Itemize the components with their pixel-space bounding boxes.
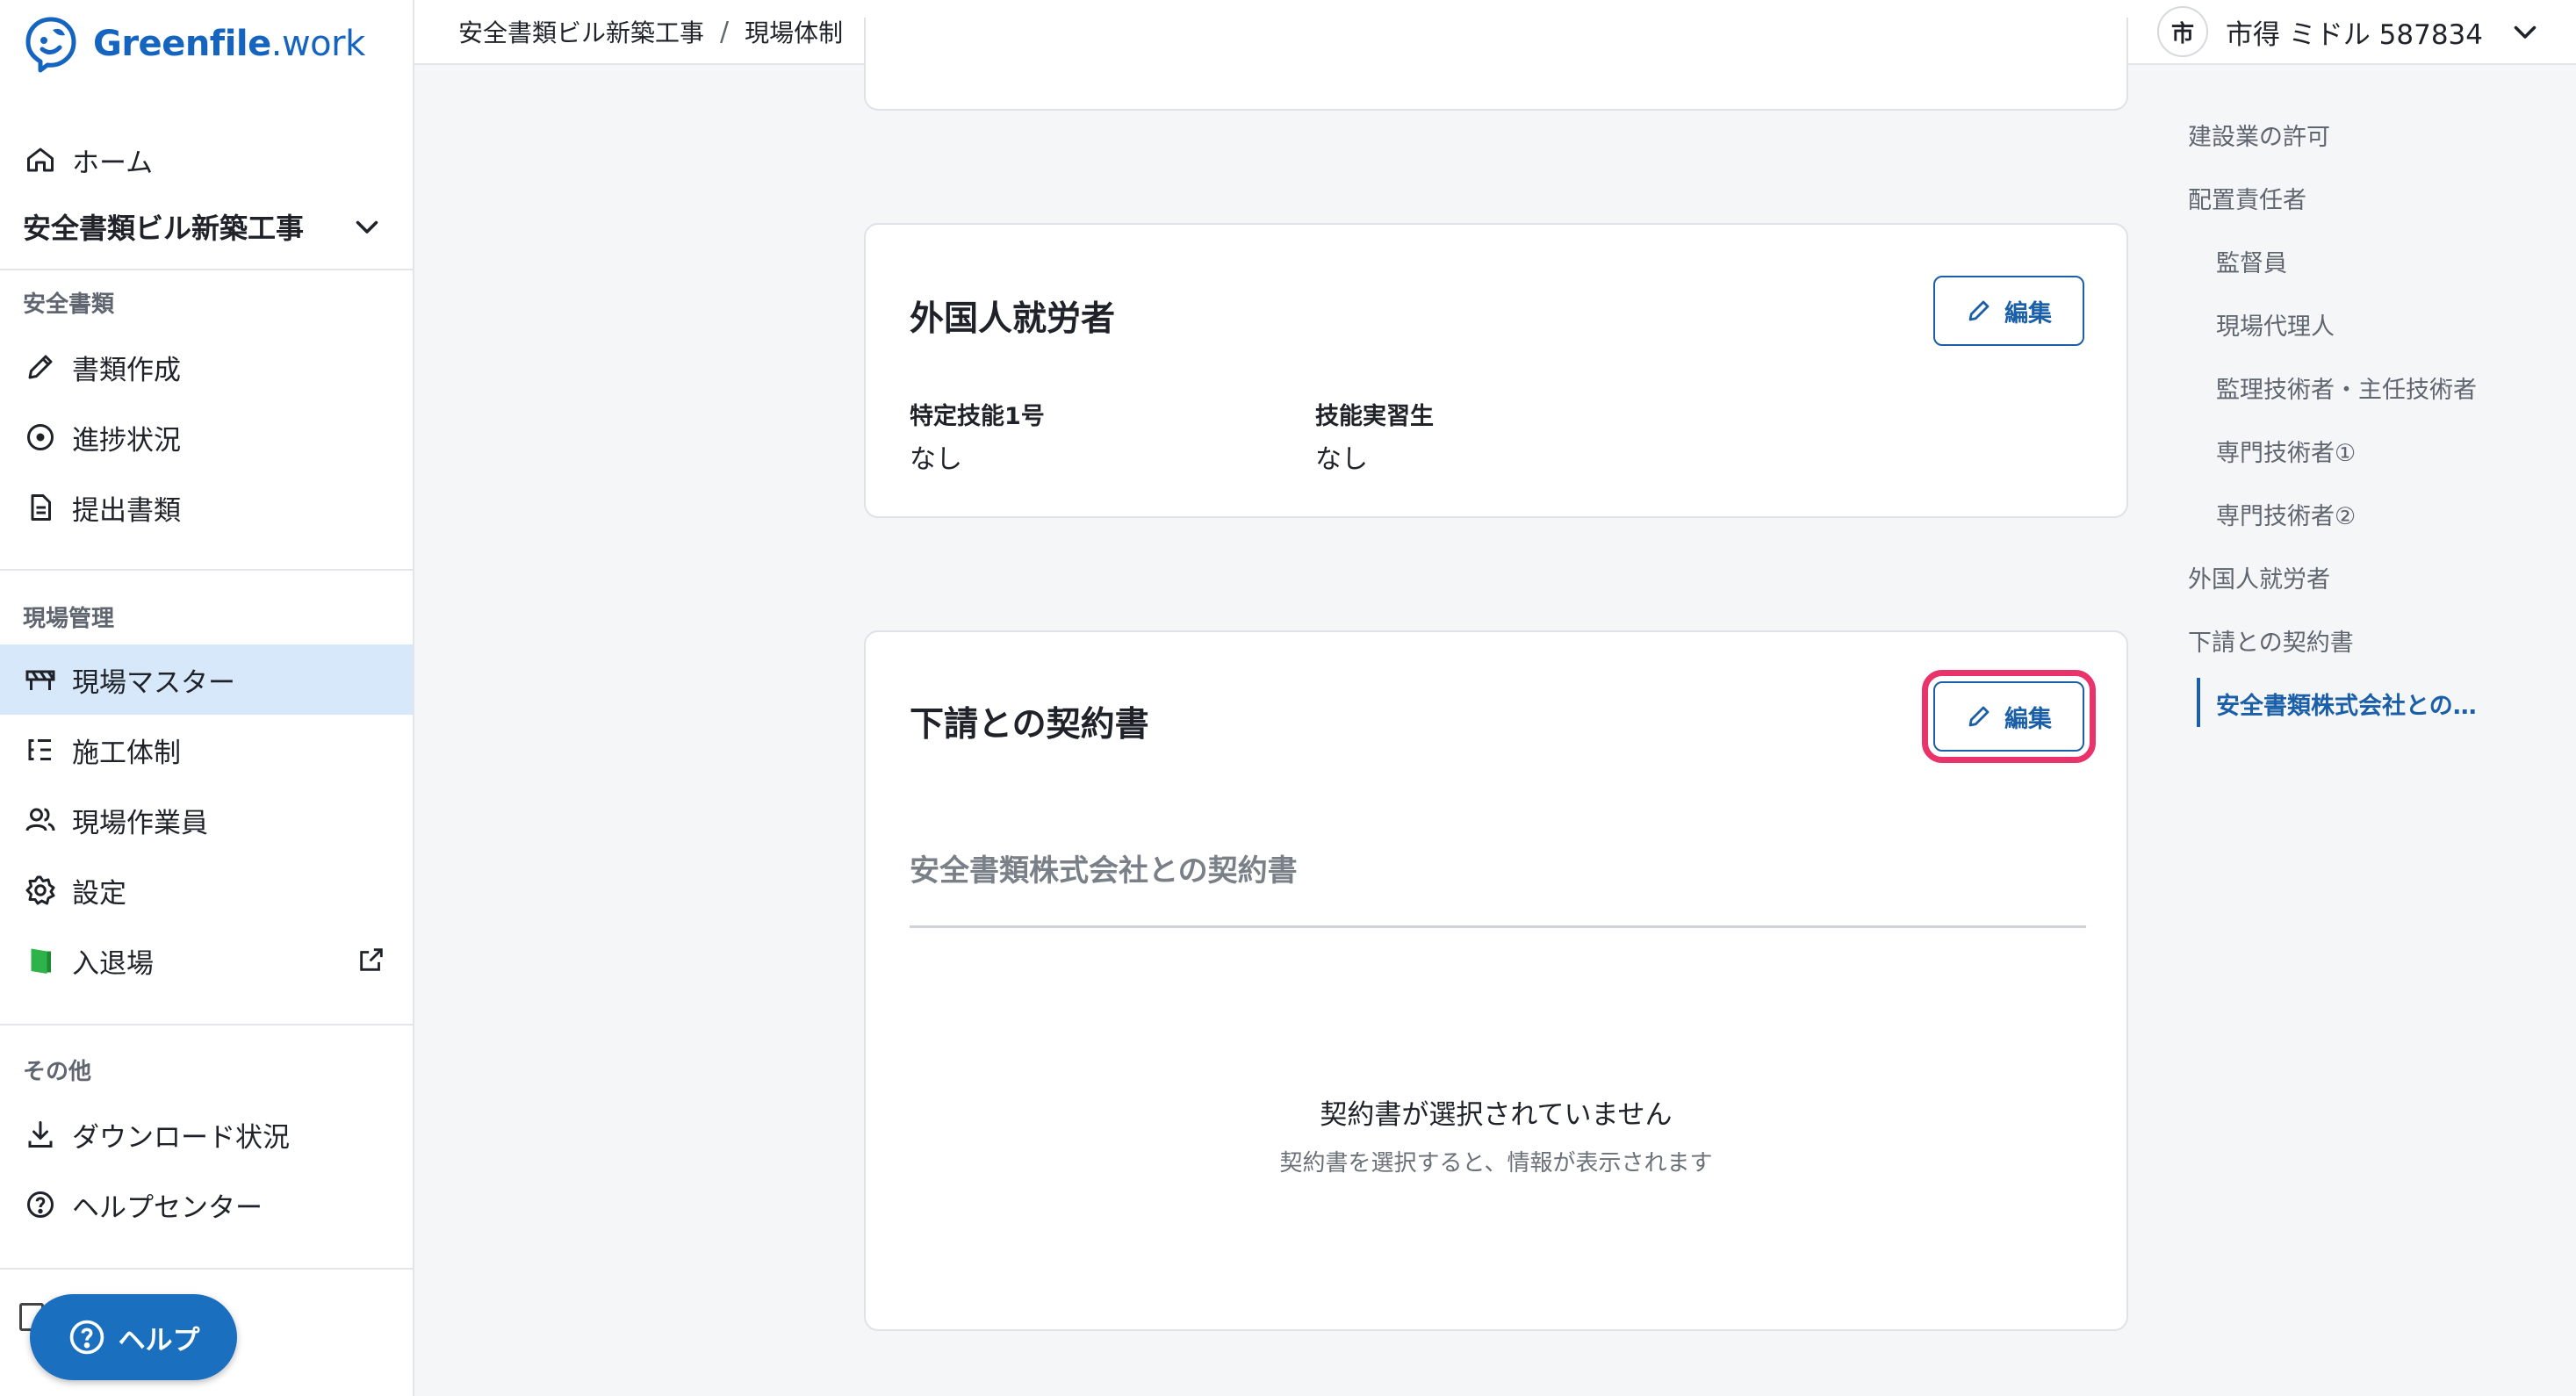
sidebar-divider [0,1268,413,1270]
download-icon [23,1117,58,1152]
sidebar: Greenfile.work ホーム 安全書類ビル新築工事 安全書類 書類作成 … [0,0,414,1396]
breadcrumb-project[interactable]: 安全書類ビル新築工事 [458,14,704,49]
toc-item-chief-engineer[interactable]: 監理技術者・主任技術者 [2216,371,2477,405]
field-value-technical-intern: なし [1315,444,1368,475]
empty-state-subtitle: 契約書を選択すると、情報が表示されます [1279,1150,1713,1177]
subcontract-card: 下請との契約書 編集 安全書類株式会社との契約書 契約書が選択されていません 契… [864,630,2128,1331]
contract-tab[interactable]: 安全書類株式会社との契約書 [910,846,1298,889]
document-icon [23,490,58,525]
foreign-workers-title: 外国人就労者 [910,299,1116,339]
project-selector[interactable]: 安全書類ビル新築工事 [0,193,413,260]
sidebar-divider [0,269,413,270]
app-name: Greenfile.work [93,24,365,64]
section-label-site: 現場管理 [23,606,115,632]
progress-circle-icon [23,420,58,455]
app-logo[interactable]: Greenfile.work [21,12,365,76]
nav-create-documents[interactable]: 書類作成 [0,334,413,400]
sidebar-divider [0,1024,413,1025]
toc-item-supervisor[interactable]: 監督員 [2216,244,2287,278]
empty-state-title: 契約書が選択されていません [1320,1099,1673,1131]
subcontract-title: 下請との契約書 [910,705,1149,745]
edit-label: 編集 [2004,705,2052,733]
breadcrumb-current: 現場体制 [745,18,844,47]
nav-construction-structure[interactable]: 施工体制 [0,716,413,783]
tree-list-icon [23,732,58,767]
subcontract-edit-button[interactable]: 編集 [1922,670,2096,763]
toc-item-specialist-2[interactable]: 専門技術者② [2216,497,2356,531]
avatar: 市 [2156,6,2208,57]
nav-home[interactable]: ホーム [0,126,413,193]
toc-item-responsible-persons[interactable]: 配置責任者 [2188,181,2306,215]
nav-download-status-label: ダウンロード状況 [72,1121,290,1154]
nav-settings-label: 設定 [72,877,126,910]
section-label-other: その他 [23,1059,92,1085]
field-label-specified-skill: 特定技能1号 [910,403,1045,430]
nav-construction-structure-label: 施工体制 [72,737,181,769]
toc-item-contract-company[interactable]: 安全書類株式会社との… [2216,687,2477,721]
nav-site-workers-label: 現場作業員 [72,807,208,839]
nav-site-workers[interactable]: 現場作業員 [0,787,413,853]
pencil-icon [23,349,58,385]
toc-active-indicator [2197,678,2200,727]
edit-label: 編集 [2004,299,2052,327]
greenfile-logo-icon [25,17,76,73]
toc-item-foreign-workers[interactable]: 外国人就労者 [2188,560,2330,594]
nav-submitted-documents[interactable]: 提出書類 [0,474,413,541]
foreign-workers-card: 外国人就労者 編集 特定技能1号 なし 技能実習生 なし [864,223,2128,518]
nav-help-center-label: ヘルプセンター [72,1191,263,1224]
home-icon [23,142,58,177]
question-circle-icon [23,1187,58,1222]
previous-card [864,18,2128,111]
nav-home-label: ホーム [72,147,154,179]
nav-site-master-label: 現場マスター [72,666,235,699]
help-button[interactable]: ヘルプ [30,1294,237,1380]
nav-settings[interactable]: 設定 [0,857,413,924]
toc-item-construction-permit[interactable]: 建設業の許可 [2188,118,2330,152]
nav-create-documents-label: 書類作成 [72,354,181,386]
nav-site-master[interactable]: 現場マスター [0,644,413,715]
chevron-down-icon [356,220,378,234]
toc-item-specialist-1[interactable]: 専門技術者① [2216,434,2356,468]
nav-entry-exit[interactable]: 入退場 [0,927,413,994]
field-value-specified-skill: なし [910,444,962,475]
toc-item-site-agent[interactable]: 現場代理人 [2216,307,2335,342]
question-circle-icon [69,1320,104,1355]
nav-download-status[interactable]: ダウンロード状況 [0,1101,413,1168]
help-button-label: ヘルプ [118,1324,200,1356]
nav-progress-label: 進捗状況 [72,424,181,457]
user-name: 市得 ミドル 587834 [2225,18,2483,51]
toc-item-subcontract[interactable]: 下請との契約書 [2188,623,2354,658]
external-link-icon [360,948,383,971]
nav-submitted-documents-label: 提出書類 [72,494,181,527]
green-door-icon [23,943,58,978]
barrier-icon [23,662,58,697]
pencil-icon [1968,706,1990,727]
gear-icon [23,873,58,908]
user-menu[interactable]: 市 市得 ミドル 587834 [2156,5,2541,58]
chevron-down-icon [2514,25,2536,39]
tab-underline [910,925,2086,928]
project-name: 安全書類ビル新築工事 [23,212,305,245]
foreign-workers-edit-button[interactable]: 編集 [1933,276,2084,346]
pencil-icon [1968,300,1990,321]
nav-entry-exit-label: 入退場 [72,947,154,980]
nav-progress[interactable]: 進捗状況 [0,404,413,471]
nav-help-center[interactable]: ヘルプセンター [0,1171,413,1238]
sidebar-divider [0,569,413,571]
section-label-safety: 安全書類 [23,291,115,318]
field-label-technical-intern: 技能実習生 [1315,403,1434,430]
breadcrumb: 安全書類ビル新築工事 / 現場体制 [458,14,843,49]
users-icon [23,802,58,838]
breadcrumb-separator: / [720,16,730,47]
